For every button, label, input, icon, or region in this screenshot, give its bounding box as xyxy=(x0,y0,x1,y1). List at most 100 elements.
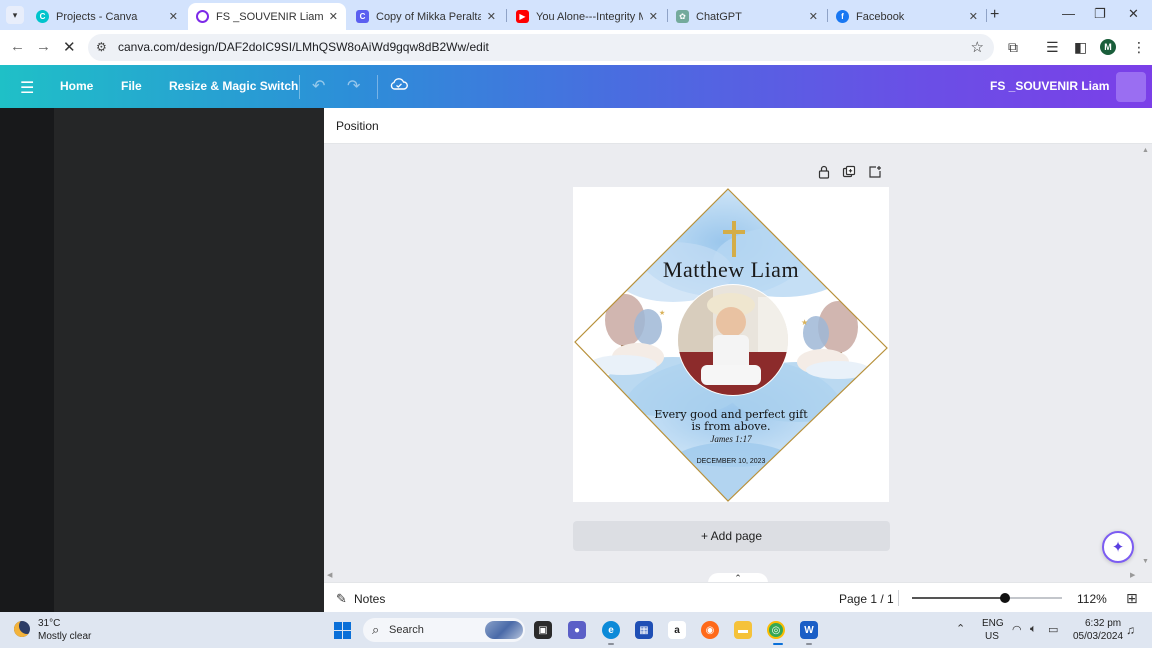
tab-facebook[interactable]: f Facebook ✕ xyxy=(828,3,986,30)
input-region[interactable]: US xyxy=(985,631,999,642)
context-toolbar: Position xyxy=(324,108,1152,144)
input-language[interactable]: ENG xyxy=(982,618,1004,629)
souvenir-artwork: ★ ★ xyxy=(574,188,888,502)
header-action-button[interactable] xyxy=(1116,72,1146,102)
hamburger-menu-icon[interactable]: ☰ xyxy=(20,78,34,98)
profile-avatar[interactable]: M xyxy=(1100,39,1116,55)
card-verse-reference: James 1:17 xyxy=(710,434,752,444)
weather-desc[interactable]: Mostly clear xyxy=(38,631,91,642)
card-date: DECEMBER 10, 2023 xyxy=(696,458,766,465)
browser-toolbar: ← → ✕ ⚙ canva.com/design/DAF2doIC9SI/LMh… xyxy=(0,30,1152,65)
taskbar-search-box[interactable]: ⌕ Search xyxy=(363,618,525,642)
page-tools xyxy=(818,165,882,182)
tab-fs-souvenir[interactable]: FS _SOUVENIR Liam - 10 × ✕ xyxy=(188,3,346,30)
minimize-icon[interactable]: — xyxy=(1062,6,1075,21)
tab-youtube[interactable]: ▶ You Alone---Integrity Musi ✕ xyxy=(508,3,666,30)
canva-icon: C xyxy=(356,10,369,23)
media-queue-icon[interactable]: ☰ xyxy=(1046,39,1059,56)
window-close-icon[interactable]: ✕ xyxy=(1128,6,1139,22)
side-panel-icon[interactable]: ◧ xyxy=(1074,39,1087,56)
stop-loading-icon[interactable]: ✕ xyxy=(63,38,76,56)
canva-header: ☰ Home File Resize & Magic Switch ↶ ↷ FS… xyxy=(0,65,1152,108)
zoom-slider-handle[interactable] xyxy=(1000,593,1010,603)
zoom-slider-fill xyxy=(912,597,1005,599)
search-icon: ⌕ xyxy=(372,622,380,637)
youtube-icon: ▶ xyxy=(516,10,529,23)
restore-icon[interactable]: ❐ xyxy=(1094,6,1106,22)
resize-magic-switch-menu[interactable]: Resize & Magic Switch xyxy=(169,79,298,93)
clock-time[interactable]: 6:32 pm xyxy=(1085,618,1121,629)
add-page-icon[interactable] xyxy=(868,165,882,182)
tab-chatgpt[interactable]: ✿ ChatGPT ✕ xyxy=(668,3,826,30)
position-button[interactable]: Position xyxy=(336,119,379,133)
browser-tab-strip: ▾ C Projects - Canva ✕ FS _SOUVENIR Liam… xyxy=(0,0,1152,30)
scroll-left-arrow-icon[interactable]: ◀ xyxy=(327,571,332,579)
battery-icon[interactable]: ▭ xyxy=(1048,623,1058,636)
left-object-panel xyxy=(54,108,324,612)
edge-browser-icon[interactable]: e xyxy=(602,621,620,639)
firefox-icon[interactable]: ◉ xyxy=(701,621,719,639)
file-explorer-folder-icon[interactable]: ▬ xyxy=(734,621,752,639)
weather-moon-icon[interactable] xyxy=(14,621,30,637)
file-menu[interactable]: File xyxy=(121,79,142,93)
undo-icon[interactable]: ↶ xyxy=(312,76,325,96)
tab-search-chevron-icon[interactable]: ▾ xyxy=(6,6,24,24)
scroll-up-arrow-icon[interactable]: ▲ xyxy=(1142,147,1149,154)
chrome-icon[interactable]: ◎ xyxy=(767,621,785,639)
microsoft-store-icon[interactable]: ▦ xyxy=(635,621,653,639)
windows-start-icon[interactable] xyxy=(334,622,351,639)
design-page[interactable]: ★ ★ Matthew Liam Every good and perfect xyxy=(573,187,889,502)
cloud-saved-icon[interactable] xyxy=(390,77,408,94)
scroll-down-arrow-icon[interactable]: ▼ xyxy=(1142,558,1149,565)
site-settings-icon[interactable]: ⚙ xyxy=(96,40,107,54)
address-bar[interactable]: ⚙ canva.com/design/DAF2doIC9SI/LMhQSW8oA… xyxy=(88,34,994,61)
forward-arrow-icon[interactable]: → xyxy=(36,38,51,55)
url-text[interactable]: canva.com/design/DAF2doIC9SI/LMhQSW8oAiW… xyxy=(118,40,489,54)
canva-loading-icon xyxy=(196,10,209,23)
close-tab-icon[interactable]: ✕ xyxy=(487,10,496,23)
notes-icon[interactable]: ✎ xyxy=(336,591,347,607)
word-icon[interactable]: W xyxy=(800,621,818,639)
grid-view-icon[interactable]: ⊞ xyxy=(1126,590,1138,607)
chatgpt-icon: ✿ xyxy=(676,10,689,23)
extensions-puzzle-icon[interactable]: ⧉ xyxy=(1008,39,1018,56)
weather-temp[interactable]: 31°C xyxy=(38,618,60,629)
design-title[interactable]: FS _SOUVENIR Liam xyxy=(990,79,1109,93)
amazon-icon[interactable]: a xyxy=(668,621,686,639)
windows-taskbar: 31°C Mostly clear ⌕ Search ▣ ● e ▦ a ◉ ▬… xyxy=(0,612,1152,648)
bookmark-star-icon[interactable]: ☆ xyxy=(971,38,984,56)
back-arrow-icon[interactable]: ← xyxy=(10,38,25,55)
volume-icon[interactable]: 🔈︎ xyxy=(1030,623,1037,636)
card-name-text: Matthew Liam xyxy=(662,257,800,282)
zoom-value[interactable]: 112% xyxy=(1077,592,1107,606)
tab-projects-canva[interactable]: C Projects - Canva ✕ xyxy=(28,3,186,30)
page-indicator[interactable]: Page 1 / 1 xyxy=(839,592,894,606)
scroll-right-arrow-icon[interactable]: ▶ xyxy=(1130,571,1135,579)
search-highlight-image xyxy=(485,621,523,639)
close-tab-icon[interactable]: ✕ xyxy=(169,10,178,23)
teams-chat-icon[interactable]: ● xyxy=(568,621,586,639)
redo-icon[interactable]: ↷ xyxy=(347,76,360,96)
facebook-icon: f xyxy=(836,10,849,23)
notification-bell-icon[interactable]: ♫ xyxy=(1126,623,1135,637)
show-hidden-icons-chevron-icon[interactable]: ⌃ xyxy=(956,622,965,635)
close-tab-icon[interactable]: ✕ xyxy=(969,10,978,23)
left-tool-rail xyxy=(0,108,54,612)
lock-icon[interactable] xyxy=(818,165,830,182)
close-tab-icon[interactable]: ✕ xyxy=(649,10,658,23)
home-menu[interactable]: Home xyxy=(60,79,93,93)
tab-copy-mikka[interactable]: C Copy of Mikka Peralta_TEA ✕ xyxy=(348,3,504,30)
more-menu-icon[interactable]: ⋮ xyxy=(1132,39,1146,56)
zoom-slider[interactable] xyxy=(912,593,1062,603)
wifi-icon[interactable]: ◠ xyxy=(1012,623,1022,636)
close-tab-icon[interactable]: ✕ xyxy=(809,10,818,23)
new-tab-plus-icon[interactable]: + xyxy=(990,6,999,24)
notes-button[interactable]: Notes xyxy=(354,592,385,606)
close-tab-icon[interactable]: ✕ xyxy=(329,10,338,23)
task-view-icon[interactable]: ▣ xyxy=(534,621,552,639)
clock-date[interactable]: 05/03/2024 xyxy=(1073,631,1123,642)
svg-text:★: ★ xyxy=(801,318,808,327)
magic-sparkle-icon[interactable]: ✦ xyxy=(1102,531,1134,563)
duplicate-page-icon[interactable] xyxy=(842,165,856,182)
add-page-button[interactable]: + Add page xyxy=(573,521,890,551)
